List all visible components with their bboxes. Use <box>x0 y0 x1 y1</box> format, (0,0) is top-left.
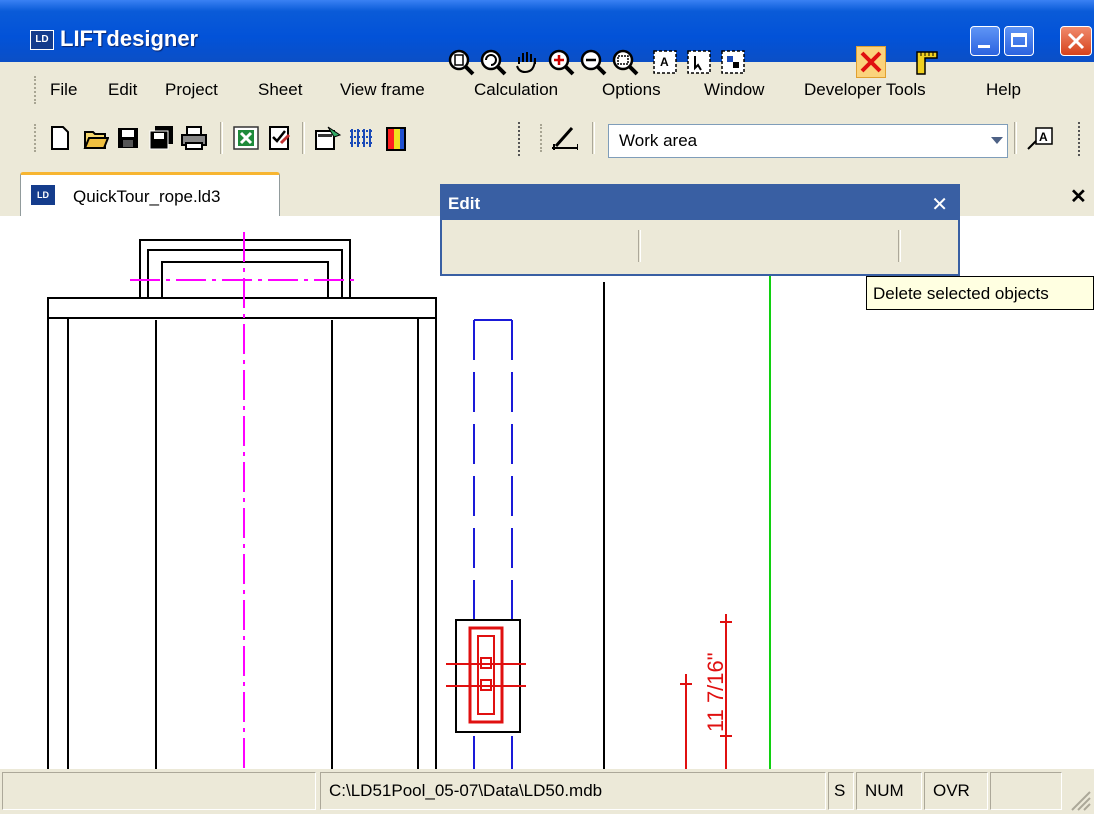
status-panel-empty <box>990 772 1062 810</box>
menu-developer-tools[interactable]: Developer Tools <box>804 80 926 100</box>
minimize-icon <box>978 45 990 48</box>
menu-options[interactable]: Options <box>602 80 661 100</box>
dimension-label: 11 7/16" <box>703 652 728 732</box>
close-icon <box>1067 32 1085 50</box>
close-icon[interactable]: ✕ <box>931 192 948 217</box>
open-icon[interactable] <box>82 124 110 152</box>
status-path: C:\LD51Pool_05-07\Data\LD50.mdb <box>329 781 603 800</box>
delete-icon <box>860 51 882 73</box>
status-s: S <box>834 781 846 800</box>
zoom-previous-icon[interactable] <box>478 46 508 78</box>
edit-toolbar-panel[interactable]: Edit ✕ <box>440 184 960 276</box>
status-num: NUM <box>865 781 904 800</box>
tab-quicktour[interactable]: LD QuickTour_rope.ld3 <box>20 172 280 218</box>
maximize-icon <box>1011 33 1027 47</box>
zoom-window-icon[interactable] <box>610 46 640 78</box>
excel-icon[interactable] <box>232 124 260 152</box>
edit-panel-title: Edit <box>448 194 481 213</box>
edit-separator <box>638 230 641 262</box>
delete-button[interactable] <box>856 46 886 78</box>
menu-file[interactable]: File <box>50 80 77 100</box>
tooltip: Delete selected objects <box>866 276 1094 310</box>
menu-edit[interactable]: Edit <box>108 80 137 100</box>
menu-window[interactable]: Window <box>704 80 764 100</box>
svg-text:A: A <box>1039 130 1048 144</box>
resize-grip-icon[interactable] <box>1066 786 1092 812</box>
toolbar-overflow-grip[interactable] <box>1078 122 1083 156</box>
zoom-in-icon[interactable] <box>546 46 576 78</box>
work-area-value: Work area <box>619 131 698 150</box>
status-panel-s: S <box>828 772 854 810</box>
select-block-icon[interactable] <box>718 46 748 78</box>
toolbar-overflow-grip[interactable] <box>518 122 523 156</box>
properties-icon[interactable] <box>314 124 342 152</box>
zoom-page-icon[interactable] <box>446 46 476 78</box>
chevron-down-icon[interactable] <box>991 137 1003 144</box>
menu-help[interactable]: Help <box>986 80 1021 100</box>
close-button[interactable] <box>1060 26 1092 56</box>
menu-sheet[interactable]: Sheet <box>258 80 302 100</box>
print-icon[interactable] <box>180 124 208 152</box>
menu-calculation[interactable]: Calculation <box>474 80 558 100</box>
status-panel-num: NUM <box>856 772 922 810</box>
text-icon[interactable]: A <box>1026 124 1054 152</box>
toolbar-grip[interactable] <box>34 124 39 152</box>
ld-document-icon: LD <box>31 185 55 205</box>
app-logo-icon: LD <box>30 30 54 50</box>
menu-view-frame[interactable]: View frame <box>340 80 425 100</box>
status-ovr: OVR <box>933 781 970 800</box>
pan-icon[interactable] <box>512 46 542 78</box>
toolbar-grip[interactable] <box>540 124 545 152</box>
color-icon[interactable] <box>382 124 410 152</box>
toolbar-separator <box>302 122 305 154</box>
toolbar-separator <box>1014 122 1017 154</box>
maximize-button[interactable] <box>1004 26 1034 56</box>
window-title: LIFTdesigner <box>60 26 199 51</box>
select-text-icon[interactable]: A <box>650 46 680 78</box>
toolbar-separator <box>220 122 223 154</box>
status-panel-message <box>2 772 316 810</box>
grid-icon[interactable] <box>348 124 376 152</box>
toolbar-separator <box>592 122 595 154</box>
svg-text:A: A <box>660 55 669 69</box>
work-area-combo[interactable]: Work area <box>608 124 1008 158</box>
new-icon[interactable] <box>46 124 74 152</box>
close-document-icon[interactable]: ✕ <box>1070 184 1087 209</box>
menu-project[interactable]: Project <box>165 80 218 100</box>
dimension-icon[interactable] <box>550 124 578 152</box>
minimize-button[interactable] <box>970 26 1000 56</box>
status-panel-path: C:\LD51Pool_05-07\Data\LD50.mdb <box>320 772 826 810</box>
menubar-grip[interactable] <box>34 76 39 104</box>
select-icon[interactable] <box>684 46 714 78</box>
status-panel-ovr: OVR <box>924 772 988 810</box>
tooltip-text: Delete selected objects <box>873 284 1049 303</box>
edit-panel-titlebar[interactable]: Edit ✕ <box>442 186 958 220</box>
save-all-icon[interactable] <box>148 124 176 152</box>
measure-icon[interactable] <box>912 46 942 78</box>
checklist-icon[interactable] <box>266 124 294 152</box>
tab-label: QuickTour_rope.ld3 <box>73 187 221 206</box>
zoom-out-icon[interactable] <box>578 46 608 78</box>
edit-separator <box>898 230 901 262</box>
save-icon[interactable] <box>114 124 142 152</box>
